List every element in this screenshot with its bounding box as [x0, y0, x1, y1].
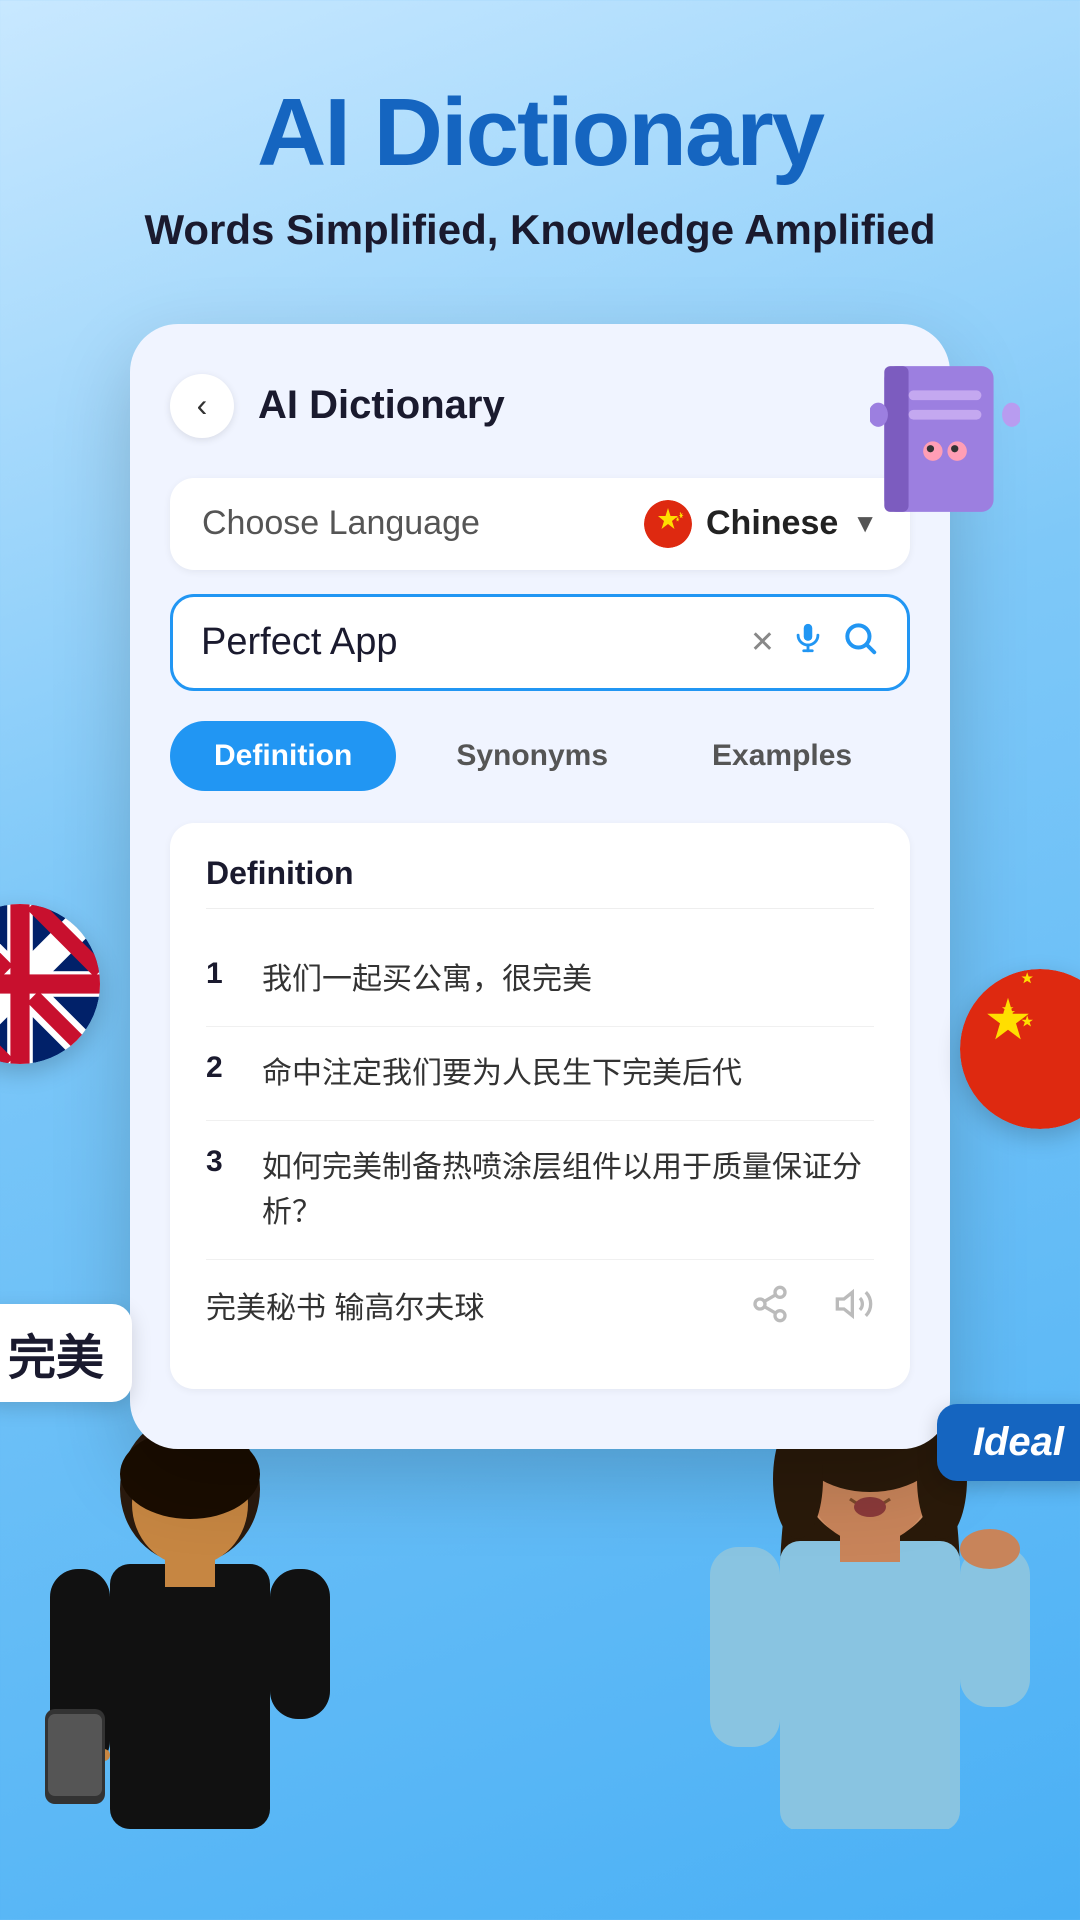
mic-icon[interactable] [791, 621, 825, 663]
tab-definition[interactable]: Definition [170, 721, 396, 791]
language-name: Chinese [706, 504, 838, 543]
definition-item-1: 1 我们一起买公寓，很完美 [206, 933, 874, 1027]
language-picker[interactable]: Chinese ▼ [644, 500, 878, 548]
section-heading: Definition [206, 855, 874, 909]
def-text-4: 完美秘书 输高尔夫球 [206, 1286, 706, 1331]
search-input-value[interactable]: Perfect App [201, 621, 734, 664]
card-title: AI Dictionary [258, 383, 505, 428]
def-number-3: 3 [206, 1145, 238, 1235]
definition-item-3: 3 如何完美制备热喷涂层组件以用于质量保证分析？ [206, 1121, 874, 1260]
definition-item-4: 完美秘书 输高尔夫球 [206, 1260, 874, 1357]
cn-flag-badge [960, 969, 1080, 1129]
chinese-flag [644, 500, 692, 548]
kanji-badge: 完美 [0, 1304, 132, 1402]
phone-card: ‹ AI Dictionary Choose Language Chinese [130, 324, 950, 1449]
card-header: ‹ AI Dictionary [170, 374, 910, 438]
tab-examples[interactable]: Examples [668, 721, 896, 791]
speaker-icon[interactable] [834, 1284, 874, 1333]
hero-title: AI Dictionary [60, 80, 1020, 186]
clear-icon[interactable]: ✕ [750, 625, 775, 660]
search-bar[interactable]: Perfect App ✕ [170, 594, 910, 691]
ideal-badge: Ideal [937, 1404, 1080, 1481]
person-left [20, 1409, 360, 1829]
tab-synonyms[interactable]: Synonyms [412, 721, 652, 791]
hero-section: AI Dictionary Words Simplified, Knowledg… [0, 0, 1080, 294]
def-text-2: 命中注定我们要为人民生下完美后代 [262, 1051, 742, 1096]
def-number-1: 1 [206, 957, 238, 1002]
language-selector[interactable]: Choose Language Chinese ▼ [170, 478, 910, 570]
search-submit-icon[interactable] [841, 619, 879, 666]
language-label: Choose Language [202, 504, 480, 543]
def-number-2: 2 [206, 1051, 238, 1096]
definition-section: Definition 1 我们一起买公寓，很完美 2 命中注定我们要为人民生下完… [170, 823, 910, 1389]
def-text-1: 我们一起买公寓，很完美 [262, 957, 592, 1002]
book-icon [870, 354, 1030, 534]
definition-item-2: 2 命中注定我们要为人民生下完美后代 [206, 1027, 874, 1121]
def-text-3: 如何完美制备热喷涂层组件以用于质量保证分析？ [262, 1145, 874, 1235]
back-icon: ‹ [197, 387, 208, 424]
hero-subtitle: Words Simplified, Knowledge Amplified [60, 206, 1020, 254]
back-button[interactable]: ‹ [170, 374, 234, 438]
share-icon[interactable] [750, 1284, 790, 1333]
tabs-row: Definition Synonyms Examples [170, 721, 910, 791]
people-section [0, 1409, 1080, 1829]
uk-flag-badge [0, 904, 100, 1064]
